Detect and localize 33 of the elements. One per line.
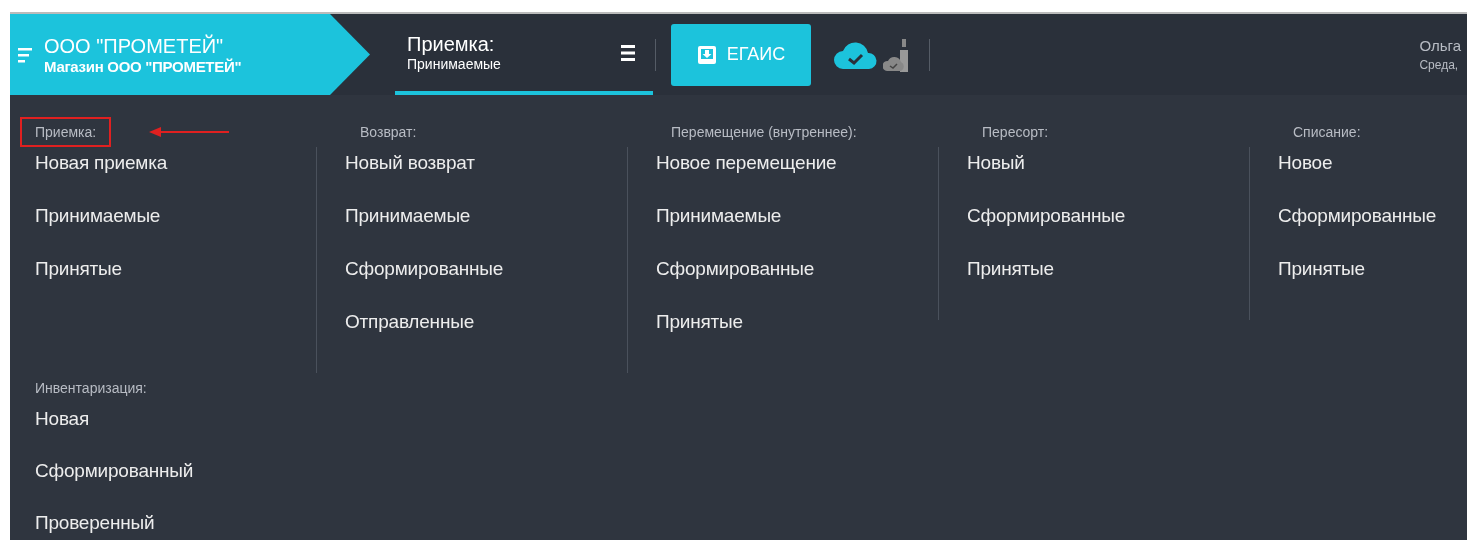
menu-link[interactable]: Сформированные <box>656 253 938 306</box>
menu-link[interactable]: Сформированные <box>345 253 627 306</box>
menu-link[interactable]: Сформированные <box>1278 200 1467 253</box>
menu-link[interactable]: Новое <box>1278 147 1467 200</box>
store-name: Магазин ООО "ПРОМЕТЕЙ" <box>44 57 242 75</box>
menu-link[interactable]: Принимаемые <box>35 200 316 253</box>
section-title: Инвентаризация: <box>34 379 148 398</box>
menu-link[interactable]: Новая приемка <box>35 147 316 200</box>
menu-link[interactable]: Новый возврат <box>345 147 627 200</box>
menu-link[interactable]: Новая <box>35 403 316 455</box>
section-title: Возврат: <box>359 123 418 142</box>
menu-link[interactable]: Новое перемещение <box>656 147 938 200</box>
cloud-check-icon[interactable] <box>833 39 879 70</box>
company-name: ООО "ПРОМЕТЕЙ" <box>44 34 225 58</box>
inbox-download-icon <box>696 44 717 65</box>
menu-link[interactable]: Отправленные <box>345 306 627 359</box>
menu-link[interactable]: Проверенный <box>35 507 316 540</box>
date-text: Среда, <box>1419 58 1460 72</box>
menu-link[interactable]: Принятые <box>967 253 1249 306</box>
menu-icon[interactable] <box>621 43 635 62</box>
section-title: Перемещение (внутреннее): <box>670 123 858 142</box>
section-title: Списание: <box>1292 123 1362 142</box>
menu-link[interactable]: Сформированный <box>35 455 316 507</box>
section-title: Приемка: <box>20 117 112 147</box>
section-title: Пересорт: <box>981 123 1050 142</box>
menu-link[interactable]: Принимаемые <box>345 200 627 253</box>
user-name: Ольга <box>1419 37 1461 54</box>
menu-link[interactable]: Сформированные <box>967 200 1249 253</box>
menu-link[interactable]: Новый <box>967 147 1249 200</box>
menu-link[interactable]: Принятые <box>35 253 316 306</box>
menu-link[interactable]: Принятые <box>1278 253 1467 306</box>
menu-link[interactable]: Принятые <box>656 306 938 359</box>
menu-link[interactable]: Принимаемые <box>656 200 938 253</box>
